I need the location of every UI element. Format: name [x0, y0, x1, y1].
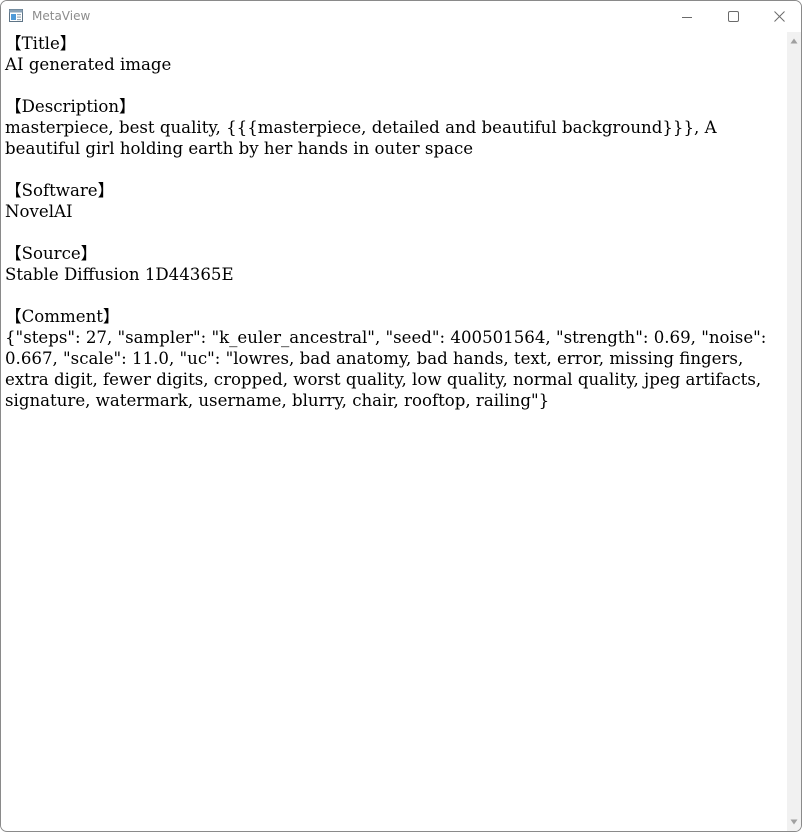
- close-button[interactable]: [756, 1, 801, 32]
- maximize-icon: [727, 11, 739, 22]
- vertical-scrollbar[interactable]: [787, 32, 801, 831]
- scroll-down-arrow-icon: [790, 819, 798, 825]
- scroll-up-button[interactable]: [787, 32, 801, 50]
- scroll-up-arrow-icon: [790, 38, 798, 44]
- title-bar[interactable]: MetaView: [1, 1, 801, 32]
- close-icon: [773, 11, 785, 22]
- metadata-text[interactable]: 【Title】 AI generated image 【Description】…: [5, 33, 784, 411]
- window-title: MetaView: [32, 9, 91, 23]
- minimize-button[interactable]: [664, 1, 710, 32]
- image-viewer-icon: [9, 9, 23, 22]
- maximize-button[interactable]: [710, 1, 756, 32]
- metaview-window: MetaView 【Title】 AI generated image 【Des…: [0, 0, 802, 832]
- minimize-icon: [682, 16, 692, 18]
- scroll-down-button[interactable]: [787, 813, 801, 831]
- metadata-text-area[interactable]: 【Title】 AI generated image 【Description】…: [1, 32, 787, 830]
